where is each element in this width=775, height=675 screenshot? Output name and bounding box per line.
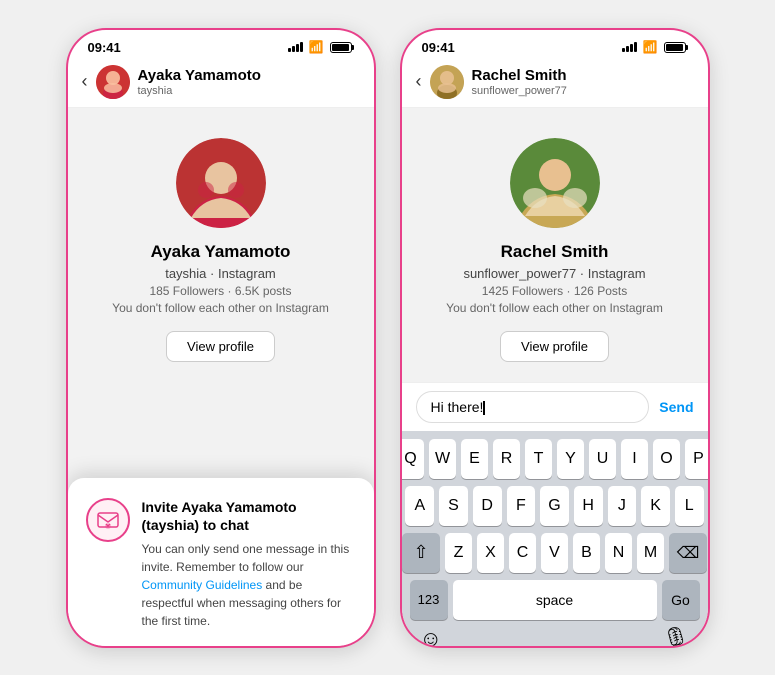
key-a[interactable]: A	[405, 486, 434, 526]
profile-name-right: Rachel Smith	[501, 242, 609, 262]
status-icons-left: 📶	[288, 40, 354, 54]
community-guidelines-link[interactable]: Community Guidelines	[142, 578, 263, 592]
profile-pic-right	[510, 138, 600, 228]
message-input-right[interactable]: Hi there!	[416, 391, 650, 423]
envelope-icon	[96, 508, 120, 532]
nav-username-right: sunflower_power77	[472, 85, 567, 97]
nav-avatar-right	[430, 65, 464, 99]
invite-modal-left: Invite Ayaka Yamamoto (tayshia) to chat …	[68, 478, 374, 645]
key-t[interactable]: T	[525, 439, 552, 479]
send-button-right[interactable]: Send	[659, 399, 693, 415]
profile-avatar-right	[510, 138, 600, 228]
view-profile-button-left[interactable]: View profile	[166, 331, 275, 362]
nav-avatar-left	[96, 65, 130, 99]
keyboard-row-2: A S D F G H J K L	[406, 486, 704, 526]
status-time-left: 09:41	[88, 40, 121, 55]
keyboard: Q W E R T Y U I O P A S D F G H J K L	[402, 431, 708, 648]
key-q[interactable]: Q	[400, 439, 425, 479]
key-k[interactable]: K	[641, 486, 670, 526]
delete-key[interactable]: ⌫	[669, 533, 707, 573]
message-text-right: Hi there!	[431, 399, 484, 415]
key-x[interactable]: X	[477, 533, 504, 573]
key-u[interactable]: U	[589, 439, 616, 479]
key-p[interactable]: P	[685, 439, 710, 479]
wifi-icon-right: 📶	[643, 40, 658, 54]
key-d[interactable]: D	[473, 486, 502, 526]
signal-icon-right	[622, 42, 637, 52]
nav-avatar-img-right	[430, 65, 464, 99]
key-h[interactable]: H	[574, 486, 603, 526]
key-m[interactable]: M	[637, 533, 664, 573]
nav-name-right: Rachel Smith	[472, 67, 567, 85]
profile-follow-right: You don't follow each other on Instagram	[446, 301, 663, 315]
status-bar-right: 09:41 📶	[402, 30, 708, 61]
invite-body-part1: You can only send one message in this in…	[142, 542, 350, 574]
invite-text: Invite Ayaka Yamamoto (tayshia) to chat …	[142, 498, 356, 629]
key-b[interactable]: B	[573, 533, 600, 573]
view-profile-button-right[interactable]: View profile	[500, 331, 609, 362]
mic-key[interactable]: 🎙	[662, 626, 690, 648]
key-g[interactable]: G	[540, 486, 569, 526]
key-r[interactable]: R	[493, 439, 520, 479]
left-phone: 09:41 📶 ‹	[66, 28, 376, 648]
profile-area-right: Rachel Smith sunflower_power77 · Instagr…	[402, 108, 708, 382]
back-button-left[interactable]: ‹	[82, 71, 88, 92]
invite-body: You can only send one message in this in…	[142, 540, 356, 630]
numbers-key[interactable]: 123	[410, 580, 448, 620]
key-l[interactable]: L	[675, 486, 704, 526]
status-icons-right: 📶	[622, 40, 688, 54]
profile-pic-left	[176, 138, 266, 228]
wifi-icon: 📶	[309, 40, 324, 54]
key-y[interactable]: Y	[557, 439, 584, 479]
nav-avatar-img-left	[96, 65, 130, 99]
emoji-key[interactable]: ☺	[420, 626, 442, 648]
profile-stats-left: 185 Followers · 6.5K posts	[149, 284, 291, 298]
key-z[interactable]: Z	[445, 533, 472, 573]
key-f[interactable]: F	[507, 486, 536, 526]
shift-key[interactable]: ⇧	[402, 533, 440, 573]
signal-icon	[288, 42, 303, 52]
nav-info-right: Rachel Smith sunflower_power77	[472, 67, 567, 97]
keyboard-bottom-row: 123 space Go	[406, 580, 704, 620]
profile-meta-right: sunflower_power77 · Instagram	[463, 266, 645, 281]
profile-avatar-left	[176, 138, 266, 228]
key-v[interactable]: V	[541, 533, 568, 573]
status-bar-left: 09:41 📶	[68, 30, 374, 61]
nav-bar-left: ‹ Ayaka Yamamoto tayshia	[68, 61, 374, 108]
cursor	[483, 401, 485, 415]
scene: 09:41 📶 ‹	[46, 8, 730, 668]
go-key[interactable]: Go	[662, 580, 700, 620]
key-n[interactable]: N	[605, 533, 632, 573]
right-phone: 09:41 📶 ‹	[400, 28, 710, 648]
space-key[interactable]: space	[453, 580, 657, 620]
battery-icon	[330, 42, 354, 53]
profile-stats-right: 1425 Followers · 126 Posts	[482, 284, 627, 298]
message-input-area-right: Hi there! Send	[402, 382, 708, 431]
nav-info-left: Ayaka Yamamoto tayshia	[138, 67, 261, 97]
profile-meta-left: tayshia · Instagram	[165, 266, 276, 281]
keyboard-row-3: ⇧ Z X C V B N M ⌫	[406, 533, 704, 573]
back-button-right[interactable]: ‹	[416, 71, 422, 92]
nav-bar-right: ‹ Rachel Smith sunflower_power77	[402, 61, 708, 108]
key-o[interactable]: O	[653, 439, 680, 479]
key-j[interactable]: J	[608, 486, 637, 526]
key-w[interactable]: W	[429, 439, 456, 479]
battery-icon-right	[664, 42, 688, 53]
key-i[interactable]: I	[621, 439, 648, 479]
profile-name-left: Ayaka Yamamoto	[151, 242, 291, 262]
profile-follow-left: You don't follow each other on Instagram	[112, 301, 329, 315]
invite-icon	[86, 498, 130, 542]
invite-title: Invite Ayaka Yamamoto (tayshia) to chat	[142, 498, 356, 534]
nav-username-left: tayshia	[138, 85, 261, 97]
key-c[interactable]: C	[509, 533, 536, 573]
keyboard-row-1: Q W E R T Y U I O P	[406, 439, 704, 479]
key-e[interactable]: E	[461, 439, 488, 479]
nav-name-left: Ayaka Yamamoto	[138, 67, 261, 85]
keyboard-accessory: ☺ 🎙	[406, 620, 704, 648]
key-s[interactable]: S	[439, 486, 468, 526]
status-time-right: 09:41	[422, 40, 455, 55]
